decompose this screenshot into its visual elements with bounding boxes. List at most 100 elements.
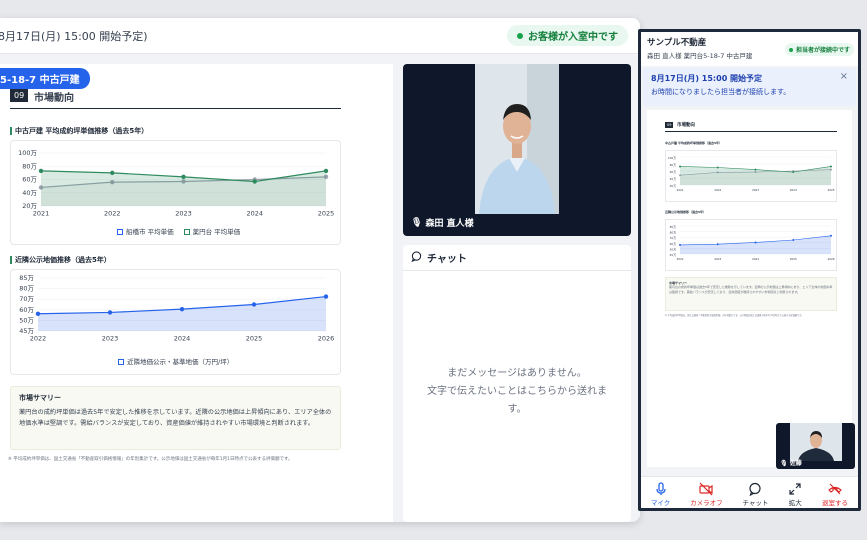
mini-section-title: 市場動向 (677, 122, 695, 128)
data-point (679, 165, 681, 167)
mic-icon: 🎙 (411, 218, 422, 228)
summary-title: 市場サマリー (19, 393, 332, 403)
x-tick-label: 2022 (676, 257, 683, 261)
chat-header: チャット (403, 245, 631, 271)
y-tick-label: 60万 (19, 306, 34, 314)
chart2-legend: 近隣地価公示・基準地価（万円/坪） (118, 356, 233, 366)
chat-button[interactable]: チャット (742, 482, 768, 507)
camera-off-button[interactable]: カメラオフ (690, 482, 723, 507)
data-point (108, 310, 112, 314)
x-tick-label: 2025 (827, 188, 834, 192)
x-tick-label: 2025 (318, 210, 335, 218)
section-number: 09 (10, 89, 28, 102)
x-tick-label: 2023 (175, 210, 192, 218)
y-tick-label: 40万 (22, 189, 37, 197)
footnote: ※ 平均成約坪単価は、国土交通省「不動産取引価格情報」の年別集計です。公示地価は… (8, 456, 293, 462)
phone-document-preview: 09 市場動向 中古戸建 平均成約坪単価推移（過去5年） 100万80万60万4… (647, 110, 852, 467)
leave-label: 退室する (822, 497, 848, 507)
section-title: 市場動向 (34, 89, 74, 104)
chart1-title-wrap: 中古戸建 平均成約坪単価推移（過去5年） (10, 126, 148, 136)
data-point (324, 294, 328, 298)
data-point (36, 312, 40, 316)
chat-empty-line: 文字で伝えたいことはこちらから送れま (403, 383, 631, 401)
person-silhouette-icon (475, 64, 559, 214)
camera-off-label: カメラオフ (690, 497, 723, 507)
expand-label: 拡大 (789, 497, 802, 507)
legend-swatch (117, 229, 123, 235)
x-tick-label: 2021 (33, 210, 50, 218)
phone-header: サンプル不動産 森田 直人様 薬円台5-18-7 中古戸建 担当者が接続中です (641, 32, 858, 66)
customer-name-label: 🎙森田 直人様 (411, 216, 474, 229)
y-tick-label: 70万 (670, 236, 677, 240)
x-tick-label: 2024 (790, 188, 797, 192)
mic-label: マイク (651, 497, 670, 507)
mini-chart1-title: 中古戸建 平均成約坪単価推移（過去5年） (665, 141, 722, 145)
y-tick-label: 100万 (18, 149, 37, 157)
y-tick-label: 60万 (22, 176, 37, 184)
mini-footnote: ※ 平均成約坪単価は、国土交通省「不動産取引価格情報」の年別集計です。公示地価は… (665, 313, 803, 317)
x-tick-label: 2024 (174, 335, 191, 343)
property-tag: 5-18-7 中古戸建 (0, 68, 90, 89)
data-point (792, 239, 794, 241)
legend-label: 近隣地価公示・基準地価（万円/坪） (127, 358, 233, 366)
legend-item: 薬円台 平均単価 (184, 226, 241, 236)
y-tick-label: 85万 (19, 274, 34, 282)
data-point (679, 244, 681, 246)
data-point (253, 179, 257, 183)
mini-divider (665, 131, 837, 132)
data-point (717, 167, 719, 169)
customer-video-feed (475, 64, 559, 214)
chart2-title-wrap: 近隣公示地価推移（過去5年） (10, 255, 111, 265)
y-tick-label: 80万 (670, 231, 677, 235)
data-point (717, 243, 719, 245)
shared-document: 5-18-7 中古戸建 09 市場動向 中古戸建 平均成約坪単価推移（過去5年）… (0, 64, 393, 522)
y-tick-label: 80万 (22, 162, 37, 170)
x-tick-label: 2023 (714, 257, 721, 261)
data-point (830, 165, 832, 167)
x-tick-label: 2022 (30, 335, 47, 343)
data-point (324, 169, 328, 173)
staff-video-feed (790, 423, 842, 461)
data-point (755, 169, 757, 171)
legend-label: 薬円台 平均単価 (193, 228, 241, 236)
y-tick-label: 40万 (670, 177, 677, 181)
staff-pip-video[interactable]: 🎙 佐藤 (776, 423, 855, 469)
data-point (252, 302, 256, 306)
mini-summary: 市場サマリー 薬円台の成約坪単価は過去5年で安定した推移を示しています。近隣の公… (665, 277, 837, 311)
y-tick-label: 70万 (19, 295, 34, 303)
chat-bubble-icon (748, 482, 762, 496)
mini-chart2-card: 85万80万70万60万50万45万20222023202420252026 (665, 219, 837, 271)
status-dot-icon (789, 48, 793, 52)
expand-button[interactable]: 拡大 (788, 482, 802, 507)
y-tick-label: 100万 (668, 156, 676, 160)
chat-bubble-icon (411, 251, 422, 265)
data-point (755, 241, 757, 243)
y-tick-label: 50万 (19, 316, 34, 324)
summary-text: 薬円台の成約坪単価は過去5年で安定した推移を示しています。近隣の公示地価は上昇傾… (19, 407, 332, 429)
mic-button[interactable]: マイク (651, 482, 670, 507)
notice-title: 8月17日(月) 15:00 開始予定 (651, 73, 848, 84)
accent-bar (10, 127, 12, 135)
chat-empty-line: まだメッセージはありません。 (403, 365, 631, 383)
staff-name-text: 佐藤 (790, 460, 802, 467)
mini-chart1-card: 100万80万60万40万20万20212022202320242025 (665, 150, 837, 202)
x-tick-label: 2025 (790, 257, 797, 261)
camera-off-icon (699, 482, 713, 496)
staff-status-text: 担当者が接続中です (796, 45, 850, 54)
mini-chart2-title: 近隣公示地価推移（過去5年） (665, 210, 706, 214)
y-tick-label: 85万 (670, 225, 677, 229)
mini-summary-text: 薬円台の成約坪単価は過去5年で安定した推移を示しています。近隣の公示地価は上昇傾… (669, 285, 833, 295)
chat-empty-state: まだメッセージはありません。 文字で伝えたいことはこちらから送れま す。 (403, 365, 631, 419)
legend-label: 船橋市 平均単価 (126, 228, 174, 236)
status-dot-icon (517, 33, 523, 39)
meeting-topbar: 8月17日(月) 15:00 開始予定) お客様が入室中です (0, 18, 640, 54)
x-tick-label: 2026 (318, 335, 335, 343)
expand-icon (788, 482, 802, 496)
close-icon[interactable]: × (840, 71, 848, 82)
chart2-title: 近隣公示地価推移（過去5年） (15, 256, 111, 264)
x-tick-label: 2023 (102, 335, 119, 343)
chat-label: チャット (742, 497, 768, 507)
leave-button[interactable]: 退室する (822, 482, 848, 507)
y-tick-label: 80万 (19, 285, 34, 293)
data-point (110, 171, 114, 175)
